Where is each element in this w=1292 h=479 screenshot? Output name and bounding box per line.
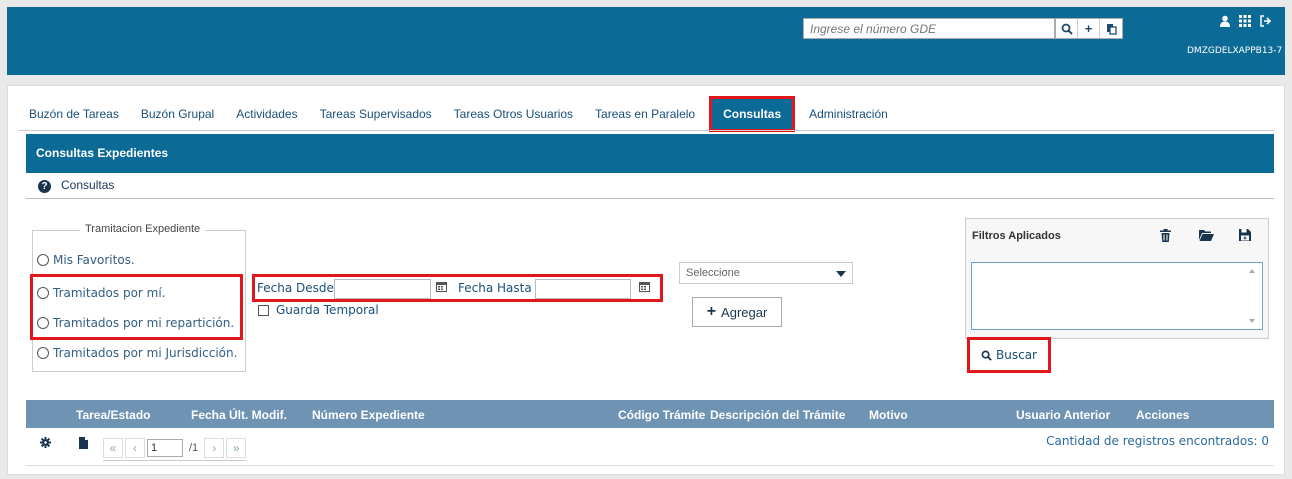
page-total: /1 — [189, 441, 199, 454]
plus-icon: + — [706, 303, 717, 320]
radio-tramitados-reparticion[interactable]: Tramitados por mi repartición. — [37, 316, 234, 330]
radio-circle[interactable] — [37, 317, 49, 329]
user-icon[interactable] — [1219, 15, 1231, 27]
search-icon — [981, 350, 992, 361]
col-numero-expediente[interactable]: Número Expediente — [312, 408, 425, 422]
fecha-desde-label: Fecha Desde — [257, 281, 334, 295]
sub-header: ? Consultas — [26, 175, 1274, 199]
radio-mis-favoritos[interactable]: Mis Favoritos. — [37, 253, 135, 267]
first-page-button[interactable]: « — [103, 437, 123, 458]
plus-icon: + — [1084, 21, 1093, 36]
guarda-temporal-label: Guarda Temporal — [276, 303, 379, 317]
radio-label: Tramitados por mi repartición. — [53, 316, 235, 330]
radio-circle[interactable] — [37, 347, 49, 359]
tab-consultas[interactable]: Consultas — [709, 96, 796, 132]
radio-tramitados-por-mi[interactable]: Tramitados por mí. — [37, 286, 166, 300]
next-page-button[interactable]: › — [204, 437, 225, 458]
prev-page-button[interactable]: ‹ — [125, 437, 145, 458]
logout-icon[interactable] — [1259, 15, 1271, 27]
col-codigo-tramite[interactable]: Código Trámite — [618, 408, 705, 422]
trash-icon[interactable] — [1160, 229, 1171, 245]
buscar-button[interactable]: Buscar — [967, 337, 1051, 373]
col-fecha-modif[interactable]: Fecha Últ. Modif. — [191, 408, 287, 422]
fecha-hasta-input[interactable] — [535, 279, 631, 299]
tramitacion-legend: Tramitacion Expediente — [80, 223, 206, 235]
gde-toolbar: + — [1055, 18, 1123, 39]
buscar-label: Buscar — [996, 348, 1037, 362]
col-tarea-estado[interactable]: Tarea/Estado — [76, 408, 150, 422]
filter-select[interactable]: Seleccione — [679, 262, 853, 284]
pager: « ‹ /1 › » — [103, 435, 247, 461]
last-page-button[interactable]: » — [226, 437, 247, 458]
copy-icon — [1106, 23, 1117, 35]
agregar-button[interactable]: + Agregar — [692, 297, 782, 327]
radio-label: Mis Favoritos. — [53, 253, 135, 267]
section-title: Consultas Expedientes — [26, 134, 1274, 173]
caret-down-icon — [836, 271, 846, 277]
col-motivo[interactable]: Motivo — [869, 408, 908, 422]
results-table-header: Tarea/Estado Fecha Últ. Modif. Número Ex… — [26, 400, 1274, 428]
guarda-temporal-checkbox[interactable] — [258, 305, 269, 316]
tab-divider — [18, 130, 1274, 131]
record-count: Cantidad de registros encontrados: 0 — [1046, 434, 1269, 448]
filtros-title: Filtros Aplicados — [972, 230, 1061, 242]
folder-open-icon[interactable] — [1199, 229, 1214, 244]
tab-buzon-tareas[interactable]: Buzón de Tareas — [18, 99, 130, 129]
save-filter-icon[interactable] — [1239, 229, 1251, 244]
radio-tramitados-jurisdiccion[interactable]: Tramitados por mi Jurisdicción. — [37, 346, 237, 360]
copy-button[interactable] — [1100, 19, 1122, 38]
document-icon[interactable] — [79, 437, 88, 452]
add-button[interactable]: + — [1078, 19, 1100, 38]
gear-icon[interactable] — [40, 437, 51, 451]
radio-circle[interactable] — [37, 254, 49, 266]
tab-administracion[interactable]: Administración — [798, 99, 899, 129]
calendar-icon[interactable] — [639, 281, 650, 295]
col-descripcion-tramite[interactable]: Descripción del Trámite — [710, 408, 845, 422]
col-acciones[interactable]: Acciones — [1136, 408, 1189, 422]
page-input[interactable] — [147, 438, 183, 457]
sub-header-label: Consultas — [61, 178, 115, 192]
tab-buzon-grupal[interactable]: Buzón Grupal — [130, 99, 225, 129]
calendar-icon[interactable] — [436, 281, 447, 295]
filtros-textarea[interactable] — [971, 262, 1263, 330]
tab-actividades[interactable]: Actividades — [225, 99, 308, 129]
username-label: DMZGDELXAPPB13-7 — [1187, 46, 1283, 56]
grid-icon[interactable] — [1239, 15, 1251, 27]
select-value: Seleccione — [686, 267, 740, 279]
col-usuario-anterior[interactable]: Usuario Anterior — [1016, 408, 1110, 422]
radio-label: Tramitados por mí. — [53, 286, 166, 300]
scroll-up-icon[interactable] — [1249, 269, 1255, 273]
tab-tareas-supervisados[interactable]: Tareas Supervisados — [309, 99, 443, 129]
tab-tareas-otros-usuarios[interactable]: Tareas Otros Usuarios — [443, 99, 584, 129]
radio-label: Tramitados por mi Jurisdicción. — [53, 346, 238, 360]
agregar-label: Agregar — [721, 304, 768, 320]
scroll-down-icon[interactable] — [1249, 319, 1255, 323]
search-icon — [1061, 23, 1073, 35]
fecha-desde-input[interactable] — [334, 279, 431, 299]
tab-bar: Buzón de Tareas Buzón Grupal Actividades… — [18, 96, 899, 132]
search-button[interactable] — [1056, 19, 1078, 38]
fecha-hasta-label: Fecha Hasta — [458, 281, 532, 295]
radio-circle[interactable] — [37, 287, 49, 299]
top-icons — [1219, 15, 1271, 27]
tab-tareas-paralelo[interactable]: Tareas en Paralelo — [584, 99, 706, 129]
help-icon[interactable]: ? — [38, 180, 51, 193]
gde-search-input[interactable] — [803, 18, 1055, 39]
